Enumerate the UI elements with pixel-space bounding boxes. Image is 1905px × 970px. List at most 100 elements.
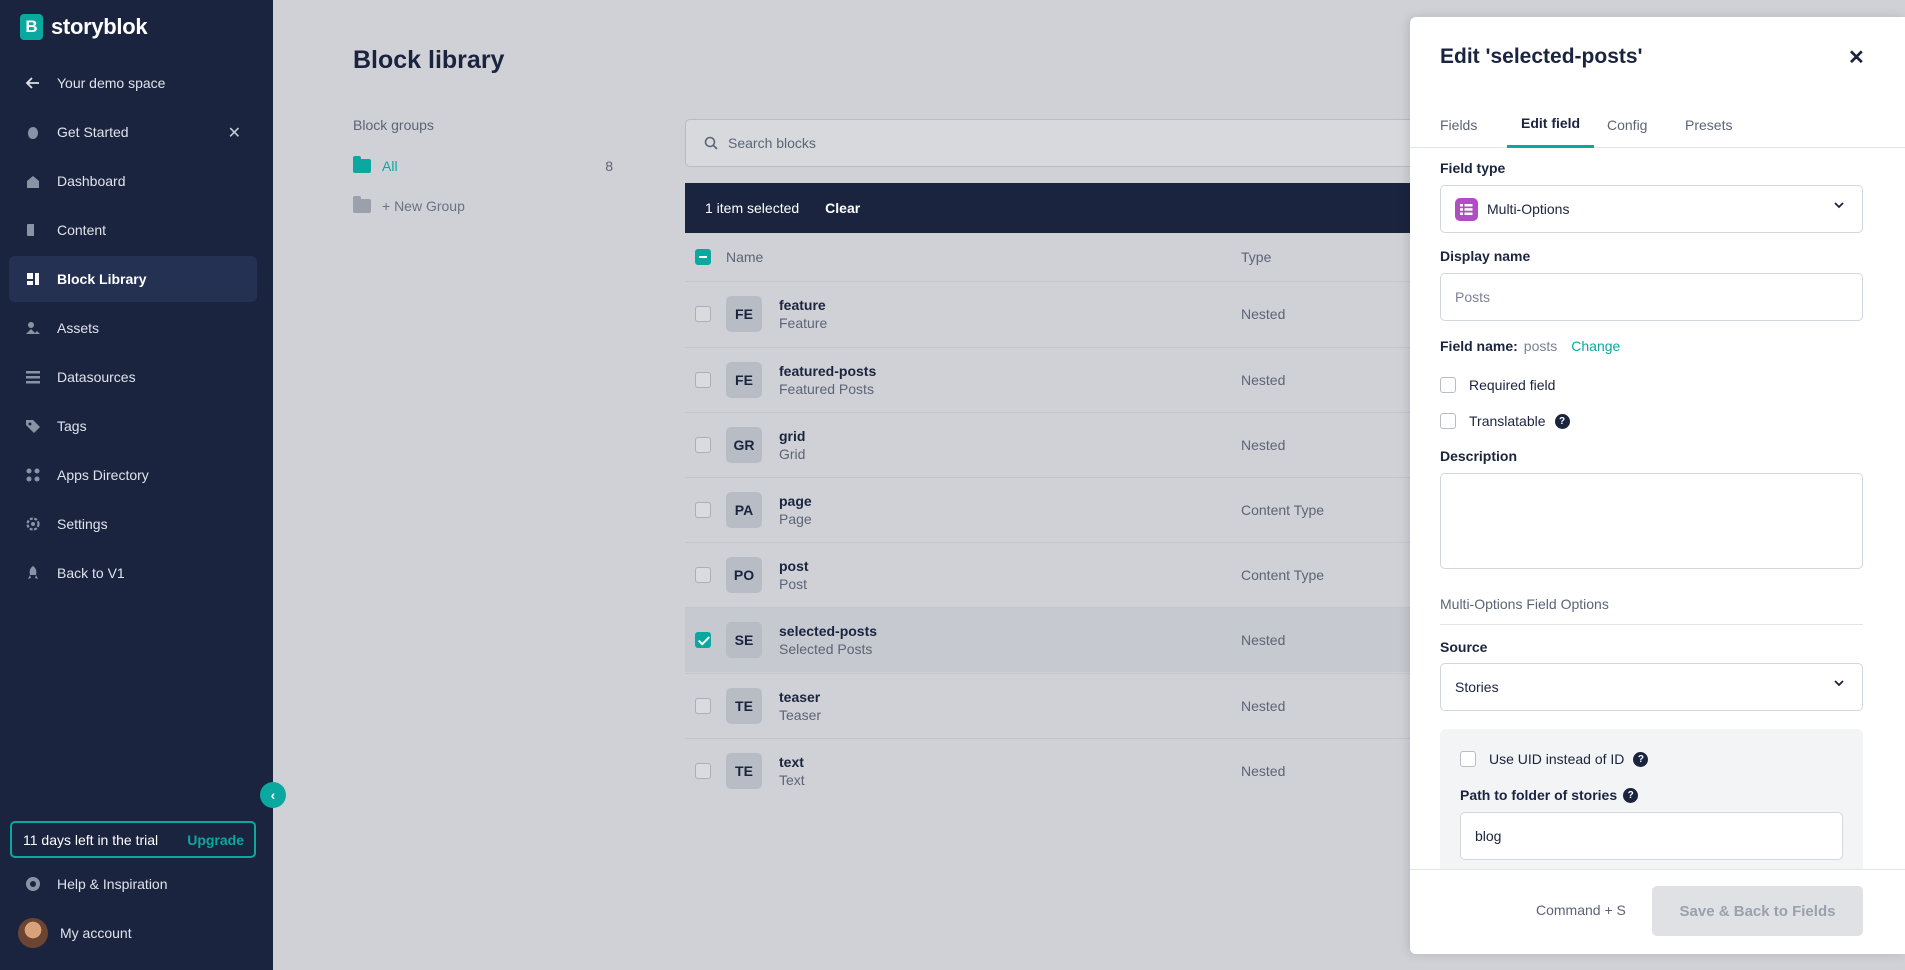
tab-presets[interactable]: Presets (1671, 101, 1746, 148)
save-back-button[interactable]: Save & Back to Fields (1652, 886, 1863, 936)
tab-edit-field[interactable]: Edit field (1507, 101, 1595, 148)
storyblok-logo[interactable]: B storyblok (20, 14, 148, 40)
use-uid-row[interactable]: Use UID instead of ID ? (1460, 751, 1649, 767)
table-row[interactable]: PA page Page Content Type (685, 477, 1505, 542)
multi-options-icon (1455, 197, 1478, 221)
source-value: Stories (1455, 679, 1499, 695)
block-badge: GR (726, 427, 762, 463)
translatable-row[interactable]: Translatable ? (1440, 413, 1570, 429)
row-checkbox[interactable] (695, 632, 711, 648)
close-icon[interactable]: ✕ (228, 123, 241, 143)
group-count: 8 (605, 158, 613, 174)
table-row[interactable]: FE featured-posts Featured Posts Nested (685, 347, 1505, 412)
sidebar-item-apps-directory[interactable]: Apps Directory (9, 452, 257, 498)
block-name: grid (779, 428, 806, 444)
use-uid-checkbox[interactable] (1460, 751, 1476, 767)
home-icon (23, 172, 42, 191)
rocket-icon (23, 564, 42, 583)
sidebar-item-settings[interactable]: Settings (9, 501, 257, 547)
sidebar-item-tags[interactable]: Tags (9, 403, 257, 449)
tab-fields[interactable]: Fields (1440, 101, 1491, 148)
tag-icon (23, 417, 42, 436)
field-name-value: posts (1523, 338, 1558, 354)
new-group-button[interactable]: + New Group (353, 195, 613, 217)
column-type[interactable]: Type (1241, 249, 1271, 265)
help-icon[interactable]: ? (1554, 413, 1570, 429)
row-checkbox[interactable] (695, 502, 711, 518)
my-account-link[interactable]: My account (4, 910, 252, 956)
block-name: page (779, 493, 812, 509)
sidebar-item-content[interactable]: Content (9, 207, 257, 253)
sidebar-item-assets[interactable]: Assets (9, 305, 257, 351)
back-to-space-link[interactable]: Your demo space (9, 60, 257, 106)
block-badge: FE (726, 296, 762, 332)
description-textarea[interactable] (1440, 473, 1863, 569)
group-label: All (382, 158, 398, 174)
sidebar-item-block-library[interactable]: Block Library (9, 256, 257, 302)
table-row[interactable]: FE feature Feature Nested (685, 281, 1505, 346)
sidebar-item-back-to-v1[interactable]: Back to V1 (9, 550, 257, 596)
required-field-row[interactable]: Required field (1440, 377, 1555, 393)
help-icon[interactable]: ? (1633, 751, 1649, 767)
use-uid-label: Use UID instead of ID (1489, 751, 1625, 767)
block-name: featured-posts (779, 363, 877, 379)
row-checkbox[interactable] (695, 698, 711, 714)
select-all-checkbox[interactable] (695, 249, 711, 265)
block-type: Nested (1241, 437, 1286, 453)
clear-selection-button[interactable]: Clear (825, 200, 860, 216)
block-type: Nested (1241, 632, 1286, 648)
block-name: selected-posts (779, 623, 878, 639)
sidebar-item-dashboard[interactable]: Dashboard (9, 158, 257, 204)
row-checkbox[interactable] (695, 372, 711, 388)
field-type-select[interactable]: Multi-Options (1440, 185, 1863, 233)
row-checkbox[interactable] (695, 437, 711, 453)
change-field-name-link[interactable]: Change (1571, 338, 1620, 354)
block-display-name: Post (779, 576, 808, 592)
field-type-label: Field type (1440, 160, 1506, 176)
table-row[interactable]: PO post Post Content Type (685, 542, 1505, 607)
panel-footer: Command + S Save & Back to Fields (1410, 869, 1905, 954)
source-select[interactable]: Stories (1440, 663, 1863, 711)
required-label: Required field (1469, 377, 1556, 393)
help-inspiration-link[interactable]: Help & Inspiration (9, 861, 257, 907)
block-display-name: Feature (779, 315, 828, 331)
collapse-sidebar-button[interactable]: ‹ (260, 782, 286, 808)
my-account-label: My account (60, 925, 132, 941)
required-checkbox[interactable] (1440, 377, 1456, 393)
block-type: Nested (1241, 306, 1286, 322)
upgrade-link[interactable]: Upgrade (187, 832, 244, 848)
hand-wave-icon (23, 123, 42, 142)
close-panel-button[interactable]: ✕ (1848, 45, 1865, 70)
selection-count: 1 item selected (705, 200, 800, 216)
block-display-name: Grid (779, 446, 806, 462)
table-row[interactable]: SE selected-posts Selected Posts Nested (685, 607, 1505, 672)
search-placeholder: Search blocks (728, 135, 816, 151)
table-row[interactable]: GR grid Grid Nested (685, 412, 1505, 477)
block-library-icon (23, 270, 42, 289)
description-label: Description (1440, 448, 1518, 464)
tab-config[interactable]: Config (1593, 101, 1661, 148)
table-row[interactable]: TE text Text Nested (685, 738, 1505, 803)
trial-banner: 11 days left in the trial Upgrade (10, 821, 256, 858)
table-row[interactable]: TE teaser Teaser Nested (685, 673, 1505, 738)
row-checkbox[interactable] (695, 763, 711, 779)
sidebar-item-label: Apps Directory (57, 467, 149, 483)
row-checkbox[interactable] (695, 567, 711, 583)
display-name-input[interactable]: Posts (1440, 273, 1863, 321)
column-name[interactable]: Name (726, 249, 763, 265)
translatable-checkbox[interactable] (1440, 413, 1456, 429)
search-icon (704, 136, 718, 150)
row-checkbox[interactable] (695, 306, 711, 322)
path-input[interactable]: blog (1460, 812, 1843, 860)
sidebar-item-get-started[interactable]: Get Started ✕ (9, 109, 257, 155)
sidebar-item-datasources[interactable]: Datasources (9, 354, 257, 400)
help-icon[interactable]: ? (1623, 787, 1639, 803)
table-header: Name Type (685, 240, 1505, 274)
sidebar: B storyblok Your demo space Get Started … (0, 0, 273, 970)
search-blocks-input[interactable]: Search blocks (685, 119, 1505, 167)
group-all[interactable]: All 8 (353, 155, 613, 177)
new-group-label: + New Group (382, 198, 465, 214)
sidebar-item-label: Tags (57, 418, 87, 434)
block-badge: TE (726, 688, 762, 724)
block-name: text (779, 754, 804, 770)
